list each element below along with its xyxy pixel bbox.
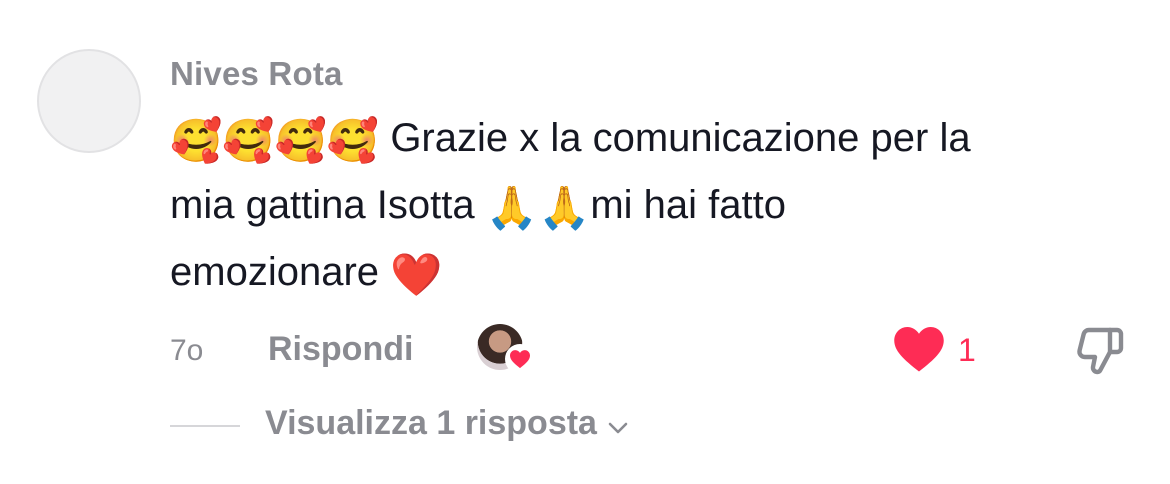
chevron-down-icon	[605, 411, 631, 437]
view-replies-label: Visualizza 1 risposta	[265, 404, 597, 442]
comment-line-3: emozionare ❤️	[170, 239, 1150, 306]
folded-hands-emoji: 🙏	[538, 184, 591, 231]
smiling-face-with-hearts-emoji: 🥰	[170, 117, 223, 164]
creator-heart-icon	[505, 344, 535, 374]
comment-timestamp: 7o	[170, 334, 204, 367]
comment-text-segment: emozionare	[170, 250, 380, 294]
smiling-face-with-hearts-emoji: 🥰	[222, 117, 275, 164]
comment-actions: 7o Rispondi 1	[170, 322, 1140, 378]
creator-liked-badge	[477, 322, 535, 376]
comment-text: 🥰🥰🥰🥰 Grazie x la comunicazione per la mi…	[170, 105, 1150, 306]
comment-line-2: mia gattina Isotta 🙏🙏mi hai fatto	[170, 172, 1150, 239]
comment-text-segment: mi hai fatto	[590, 183, 786, 227]
comment-text-segment: Grazie x la comunicazione per la	[390, 116, 971, 160]
smiling-face-with-hearts-emoji: 🥰	[274, 117, 327, 164]
comment-username[interactable]: Nives Rota	[170, 55, 343, 93]
view-replies-button[interactable]: Visualizza 1 risposta	[265, 404, 631, 443]
thumbs-down-icon[interactable]	[1072, 322, 1128, 378]
commenter-avatar[interactable]	[37, 49, 141, 153]
folded-hands-emoji: 🙏	[485, 184, 539, 231]
heart-icon[interactable]	[892, 324, 946, 374]
comment-text-segment: mia gattina Isotta	[170, 183, 475, 227]
smiling-face-with-hearts-emoji: 🥰	[326, 117, 380, 164]
like-count: 1	[958, 332, 976, 368]
reply-button[interactable]: Rispondi	[268, 330, 413, 369]
replies-divider	[170, 425, 240, 427]
red-heart-emoji: ❤️	[390, 251, 443, 298]
comment-line-1: 🥰🥰🥰🥰 Grazie x la comunicazione per la	[170, 105, 1150, 172]
